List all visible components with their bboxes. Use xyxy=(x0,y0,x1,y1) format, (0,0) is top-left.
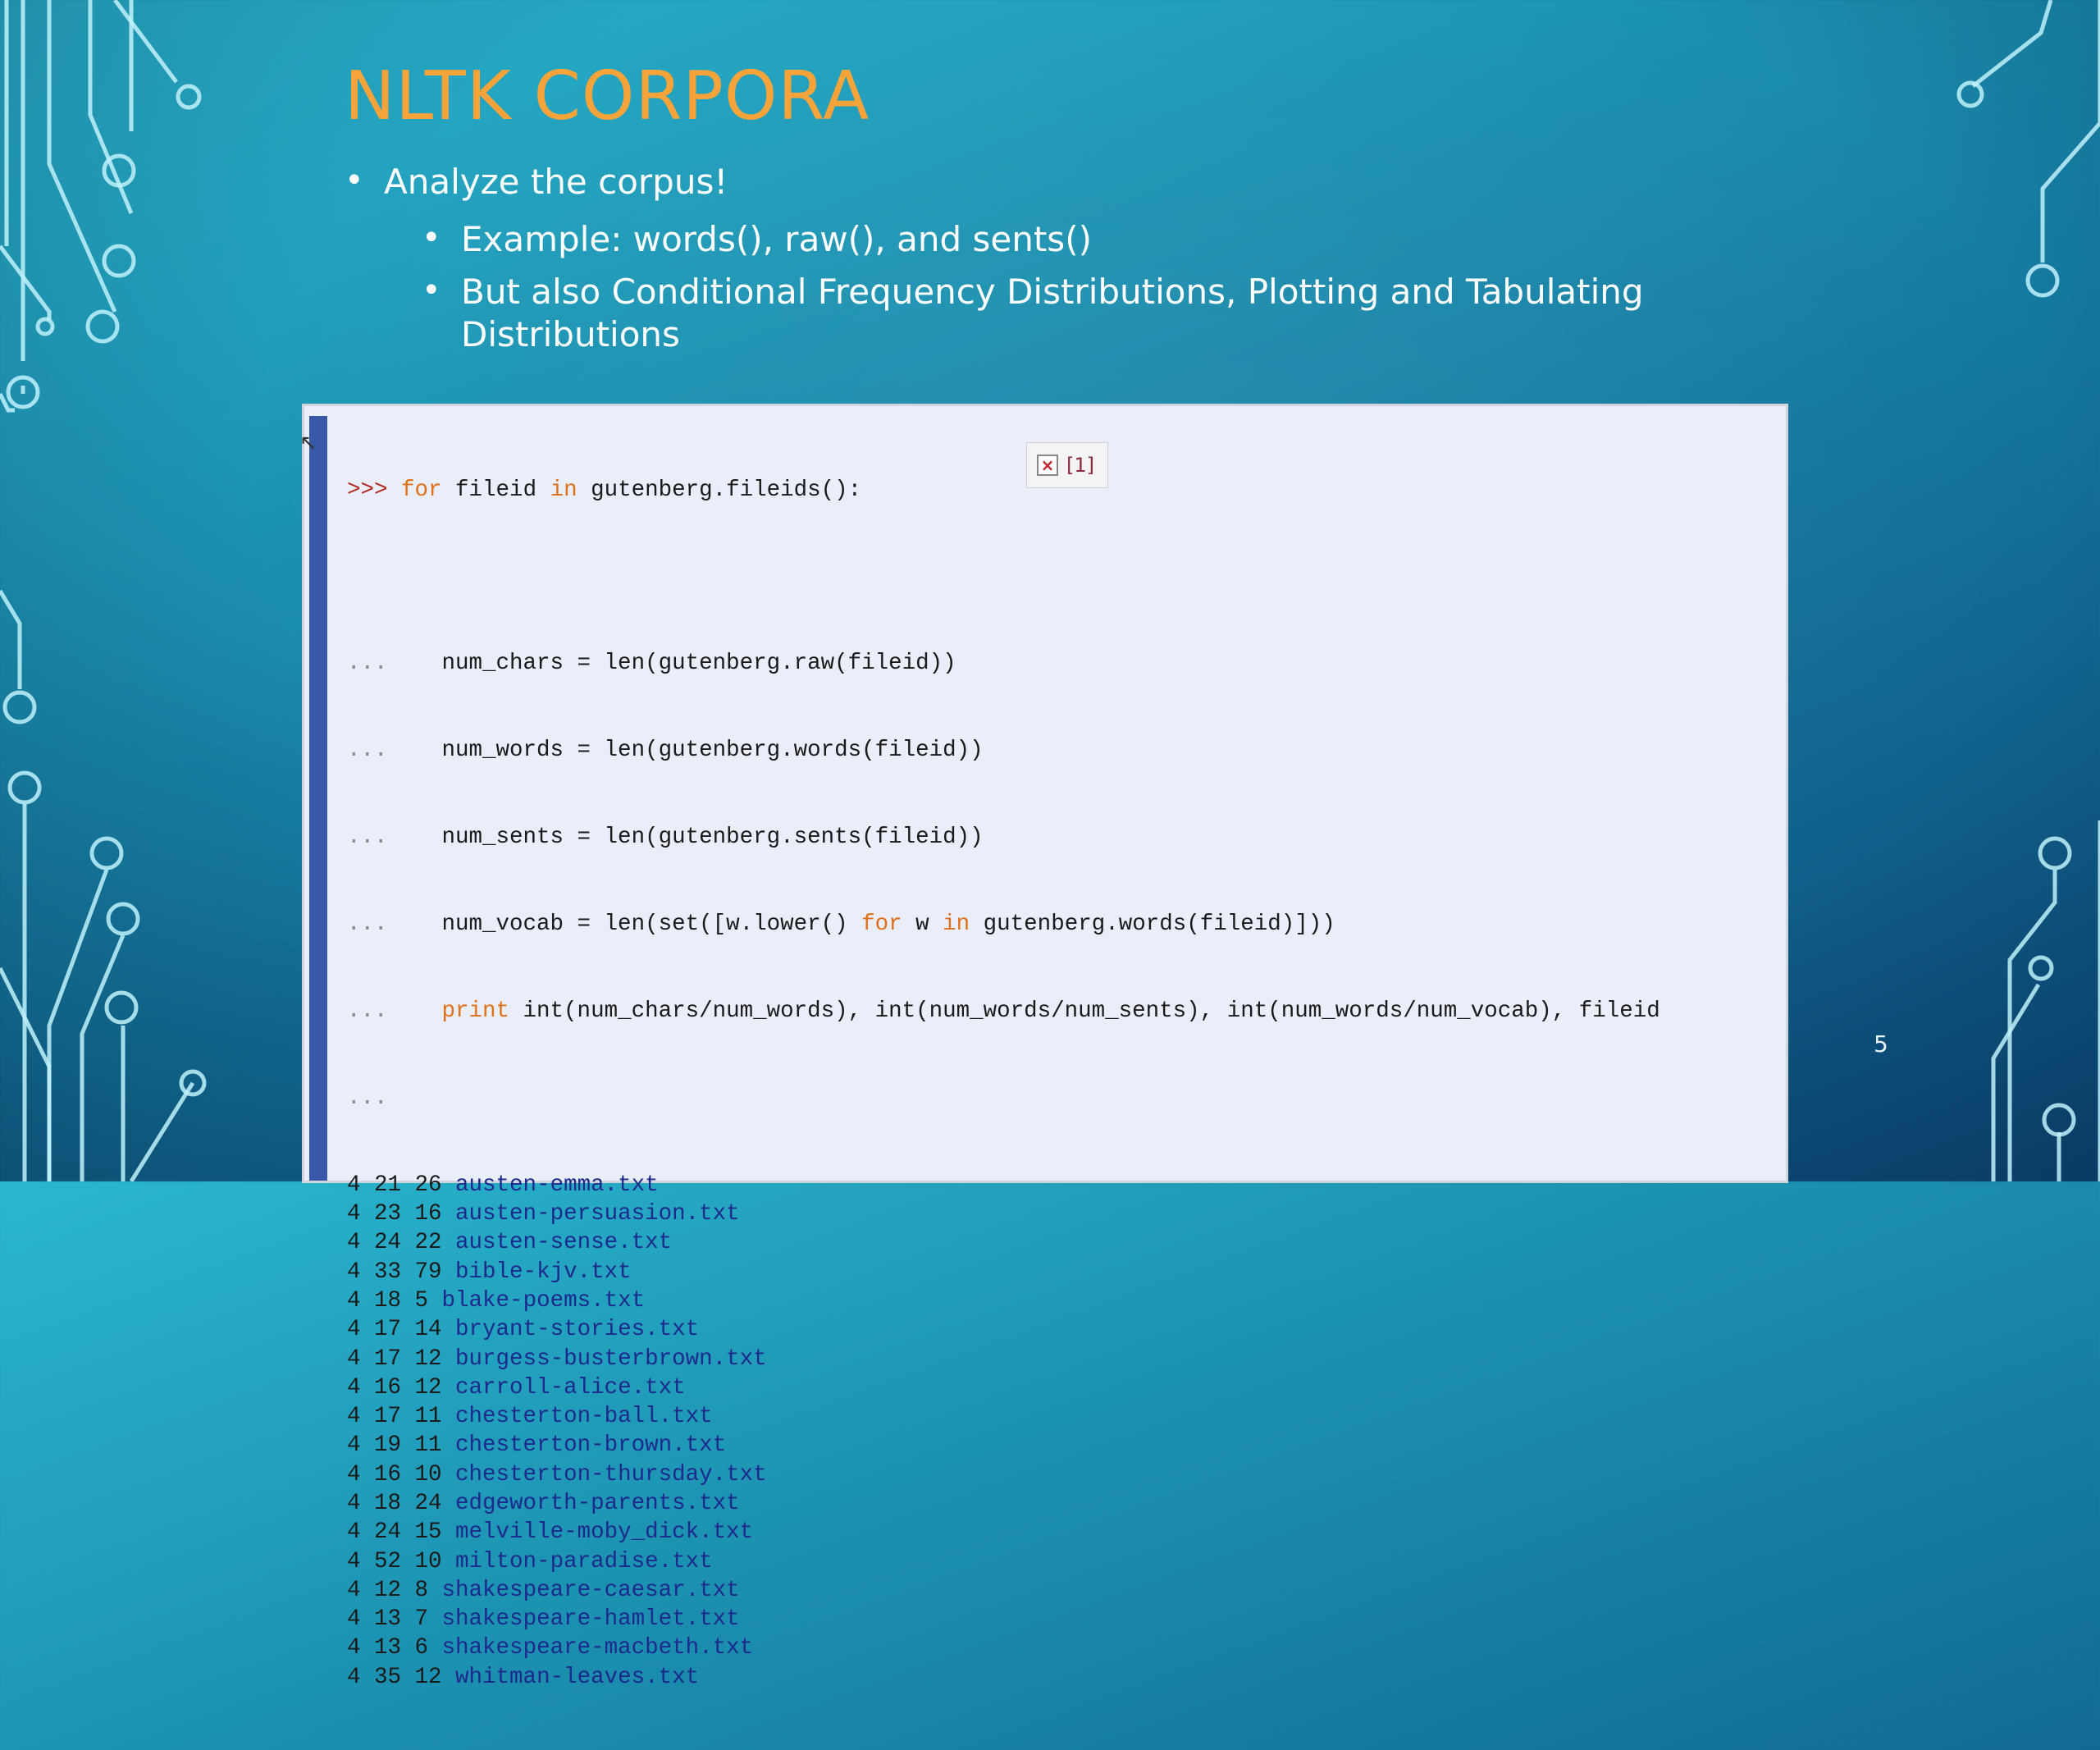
code-line-print: ... print int(num_chars/num_words), int(… xyxy=(347,997,1769,1026)
output-stats: 4 13 6 xyxy=(347,1635,429,1661)
output-stats: 4 18 5 xyxy=(347,1287,429,1314)
keyword: in xyxy=(943,912,970,938)
output-stats: 4 17 11 xyxy=(347,1404,442,1430)
bullet-list: Analyze the corpus! Example: words(), ra… xyxy=(345,154,1739,356)
output-row: 4 21 26 austen-emma.txt xyxy=(347,1171,1769,1199)
code-text: fileid xyxy=(441,477,550,503)
output-row: 4 24 15 melville-moby_dick.txt xyxy=(347,1518,1769,1547)
output-list: 4 21 26 austen-emma.txt 4 23 16 austen-pe… xyxy=(347,1171,1769,1692)
output-row: 4 17 12 burgess-busterbrown.txt xyxy=(347,1345,1769,1373)
code-text: gutenberg.words(fileid)])) xyxy=(970,912,1335,938)
circuit-board-right-icon xyxy=(1956,0,2100,1181)
output-filename: melville-moby_dick.txt xyxy=(455,1519,754,1546)
keyword: for xyxy=(401,477,442,503)
code-line: ... num_words = len(gutenberg.words(file… xyxy=(347,736,1769,765)
code-text: num_words = len(gutenberg.words(fileid)) xyxy=(387,738,984,764)
output-stats: 4 17 12 xyxy=(347,1346,442,1372)
output-filename: austen-sense.txt xyxy=(455,1230,673,1256)
sub-bullet-1: Example: words(), raw(), and sents() xyxy=(422,217,1739,261)
output-stats: 4 13 7 xyxy=(347,1606,429,1633)
output-filename: shakespeare-hamlet.txt xyxy=(441,1606,740,1633)
output-stats: 4 35 12 xyxy=(347,1664,442,1690)
output-stats: 4 19 11 xyxy=(347,1432,442,1459)
code-line: ... num_chars = len(gutenberg.raw(fileid… xyxy=(347,649,1769,678)
output-filename: chesterton-thursday.txt xyxy=(455,1461,767,1487)
output-filename: chesterton-ball.txt xyxy=(455,1404,713,1430)
output-stats: 4 33 79 xyxy=(347,1259,442,1285)
output-row: 4 16 10 chesterton-thursday.txt xyxy=(347,1460,1769,1489)
output-filename: burgess-busterbrown.txt xyxy=(455,1346,767,1372)
continuation-symbol: ... xyxy=(347,1085,388,1111)
prompt-symbol: >>> xyxy=(347,477,388,503)
output-filename: shakespeare-macbeth.txt xyxy=(441,1635,754,1661)
code-line-header: >>> for fileid in gutenberg.fileids(): xyxy=(347,476,1769,505)
output-row: 4 16 12 carroll-alice.txt xyxy=(347,1373,1769,1402)
sub-bullet-2: But also Conditional Frequency Distribut… xyxy=(422,269,1739,356)
continuation-symbol: ... xyxy=(347,998,388,1024)
slide-title: NLTK CORPORA xyxy=(345,57,870,135)
code-text: gutenberg.fileids(): xyxy=(577,477,862,503)
output-filename: austen-persuasion.txt xyxy=(455,1201,740,1227)
output-filename: bryant-stories.txt xyxy=(455,1317,700,1343)
output-filename: milton-paradise.txt xyxy=(455,1548,713,1574)
code-text: w xyxy=(902,912,943,938)
keyword: print xyxy=(441,998,510,1024)
output-row: 4 52 10 milton-paradise.txt xyxy=(347,1547,1769,1576)
code-text: num_vocab = len(set([w.lower() xyxy=(387,912,862,938)
keyword: in xyxy=(550,477,578,503)
output-row: 4 23 16 austen-persuasion.txt xyxy=(347,1199,1769,1228)
output-stats: 4 12 8 xyxy=(347,1577,429,1603)
code-line: ... xyxy=(347,1084,1769,1113)
output-row: 4 17 14 bryant-stories.txt xyxy=(347,1315,1769,1344)
output-row: 4 24 22 austen-sense.txt xyxy=(347,1228,1769,1257)
output-filename: austen-emma.txt xyxy=(455,1172,659,1198)
circuit-board-left-icon xyxy=(0,0,207,1181)
sub-bullet-list: Example: words(), raw(), and sents() But… xyxy=(345,217,1739,356)
output-row: 4 13 7 shakespeare-hamlet.txt xyxy=(347,1605,1769,1633)
output-stats: 4 17 14 xyxy=(347,1317,442,1343)
output-stats: 4 24 22 xyxy=(347,1230,442,1256)
code-line: ... num_sents = len(gutenberg.sents(file… xyxy=(347,823,1769,852)
continuation-symbol: ... xyxy=(347,825,388,851)
output-filename: blake-poems.txt xyxy=(441,1287,646,1314)
code-screenshot: ↖ × [1] >>> for fileid in gutenberg.file… xyxy=(299,404,1788,1690)
output-row: 4 35 12 whitman-leaves.txt xyxy=(347,1663,1769,1692)
output-row: 4 19 11 chesterton-brown.txt xyxy=(347,1431,1769,1460)
output-row: 4 17 11 chesterton-ball.txt xyxy=(347,1402,1769,1431)
output-row: 4 18 5 blake-poems.txt xyxy=(347,1286,1769,1315)
continuation-symbol: ... xyxy=(347,738,388,764)
code-text: int(num_chars/num_words), int(num_words/… xyxy=(509,998,1660,1024)
bullet-main: Analyze the corpus! xyxy=(345,154,1739,208)
output-row: 4 18 24 edgeworth-parents.txt xyxy=(347,1489,1769,1518)
output-stats: 4 21 26 xyxy=(347,1172,442,1198)
code-gutter xyxy=(309,416,327,1181)
output-stats: 4 23 16 xyxy=(347,1201,442,1227)
output-filename: carroll-alice.txt xyxy=(455,1374,686,1400)
continuation-symbol: ... xyxy=(347,912,388,938)
output-filename: bible-kjv.txt xyxy=(455,1259,632,1285)
output-row: 4 13 6 shakespeare-macbeth.txt xyxy=(347,1633,1769,1662)
output-filename: shakespeare-caesar.txt xyxy=(441,1577,740,1603)
bullet-main-text: Analyze the corpus! xyxy=(384,162,728,202)
output-filename: edgeworth-parents.txt xyxy=(455,1490,740,1516)
output-stats: 4 16 12 xyxy=(347,1374,442,1400)
output-row: 4 12 8 shakespeare-caesar.txt xyxy=(347,1576,1769,1605)
code-text: num_chars = len(gutenberg.raw(fileid)) xyxy=(387,651,956,677)
continuation-symbol: ... xyxy=(347,651,388,677)
output-stats: 4 52 10 xyxy=(347,1548,442,1574)
output-row: 4 33 79 bible-kjv.txt xyxy=(347,1258,1769,1286)
output-stats: 4 18 24 xyxy=(347,1490,442,1516)
page-number: 5 xyxy=(1874,1030,1888,1058)
output-filename: chesterton-brown.txt xyxy=(455,1432,727,1459)
output-filename: whitman-leaves.txt xyxy=(455,1664,700,1690)
code-listing: >>> for fileid in gutenberg.fileids(): .… xyxy=(347,418,1769,1750)
output-stats: 4 24 15 xyxy=(347,1519,442,1546)
code-text: num_sents = len(gutenberg.sents(fileid)) xyxy=(387,825,984,851)
output-stats: 4 16 10 xyxy=(347,1461,442,1487)
sub-bullet-container: Example: words(), raw(), and sents() But… xyxy=(345,217,1739,356)
mouse-cursor-icon: ↖ xyxy=(299,431,317,455)
code-line: ... num_vocab = len(set([w.lower() for w… xyxy=(347,910,1769,939)
keyword: for xyxy=(861,912,902,938)
